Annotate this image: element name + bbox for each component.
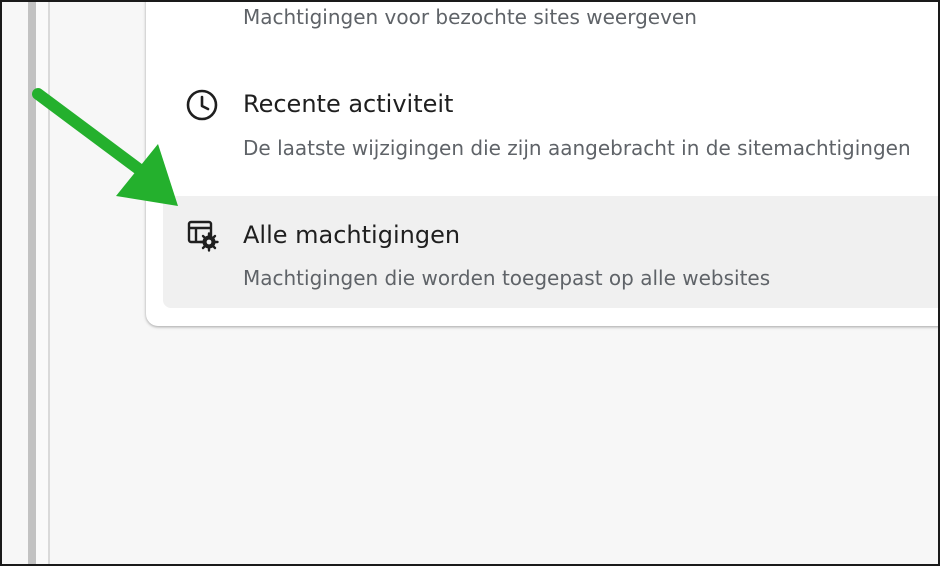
- row-subtitle: Machtigingen die worden toegepast op all…: [243, 266, 771, 290]
- row-title: Alle machtigingen: [243, 221, 461, 249]
- row-title: Recente activiteit: [243, 90, 454, 118]
- settings-row-all-permissions[interactable]: Alle machtigingen Machtigingen die worde…: [163, 196, 940, 308]
- settings-row-view-permissions[interactable]: Machtigingen voor bezochte sites weergev…: [163, 0, 940, 66]
- settings-row-recent-activity[interactable]: Recente activiteit De laatste wijziginge…: [163, 68, 940, 196]
- row-subtitle: Machtigingen voor bezochte sites weergev…: [243, 5, 697, 29]
- site-settings-icon: [187, 220, 219, 252]
- green-arrow-annotation: [32, 88, 178, 206]
- row-subtitle: De laatste wijzigingen die zijn aangebra…: [243, 136, 911, 160]
